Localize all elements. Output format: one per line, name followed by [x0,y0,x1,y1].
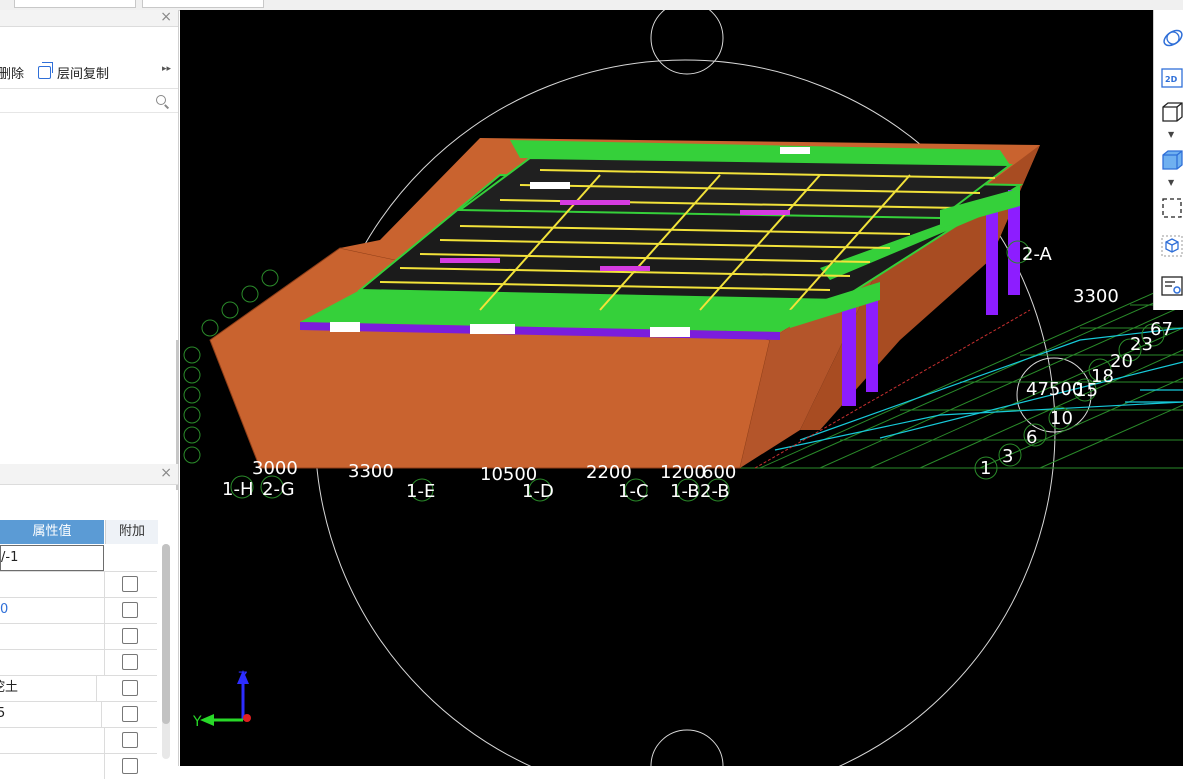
property-value[interactable] [0,649,105,675]
property-row[interactable]: 5 [0,701,157,728]
orbit-handle-bottom[interactable] [650,729,724,766]
addon-checkbox[interactable] [122,732,138,748]
addon-checkbox[interactable] [122,758,138,774]
dim-label: 3300 [1073,286,1119,307]
dim-label: 3 [1002,446,1013,467]
cube-filled-icon[interactable] [1160,148,1183,170]
floor-copy-button[interactable]: 层间复制 [38,62,110,82]
property-value[interactable] [0,571,105,597]
delete-button[interactable]: 删除 [0,63,24,82]
model-canvas[interactable]: 3000 3300 10500 2200 1200 600 47500 3300… [180,10,1183,766]
dim-label: 1200 [660,462,706,483]
dim-label: 600 [702,462,736,483]
axis-label: 1-B [670,481,700,502]
column-header-value: 属性值 [0,520,104,544]
dim-label: 6 [1026,427,1037,448]
chevron-down-icon[interactable]: ▼ [1168,178,1174,187]
dim-label: 2200 [586,462,632,483]
property-row[interactable] [0,727,157,754]
toolbar-combo-2[interactable] [142,0,264,8]
orbit-handle-top[interactable] [650,10,724,75]
copy-icon [38,62,53,79]
left-pane: × 删除 层间复制 ▸▸ × 属性值 附加 /-1 0 土 [0,9,179,779]
floor-copy-label: 层间复制 [57,67,110,82]
axis-gizmo: Z Y [192,670,251,730]
gizmo-y-label: Y [192,714,202,730]
component-list-panel: × 删除 层间复制 ▸▸ [0,9,179,460]
dim-label: 3300 [348,461,394,482]
axis-label: 1-H [222,479,253,500]
dim-label: 67 [1150,319,1173,340]
property-value[interactable] [0,753,105,779]
view-cube-icon[interactable] [1160,234,1183,257]
dim-label: 1 [980,458,991,479]
axis-label: 1-D [522,481,554,502]
view-toolbar: 2D ▼ ▼ [1153,10,1183,310]
svg-text:2D: 2D [1165,75,1178,84]
properties-panel: × 属性值 附加 /-1 0 挖土 5 [0,464,179,779]
addon-checkbox[interactable] [122,602,138,618]
search-input[interactable] [0,90,178,113]
axis-label: 2-B [700,481,730,502]
scrollbar-thumb[interactable] [162,544,170,724]
axis-label: 2-A [1022,244,1053,265]
more-arrow-icon[interactable]: ▸▸ [162,64,171,74]
property-value[interactable] [0,727,105,753]
property-row[interactable]: 0 [0,597,157,624]
property-value[interactable]: 挖土 [0,675,97,701]
property-row[interactable] [0,623,157,650]
orbit-icon[interactable] [1160,26,1183,48]
property-row[interactable] [0,571,157,598]
addon-checkbox[interactable] [122,654,138,670]
gizmo-z-label: Z [238,670,248,686]
close-icon[interactable]: × [160,465,172,481]
property-value[interactable]: 5 [0,701,102,727]
2d-view-icon[interactable]: 2D [1160,66,1183,88]
axis-label: 1-C [618,481,649,502]
properties-scrollbar[interactable] [162,544,170,759]
dim-label: 10 [1050,408,1073,429]
dim-label: 3000 [252,458,298,479]
property-value[interactable]: /-1 [0,545,104,571]
display-settings-icon[interactable] [1160,274,1183,296]
property-value[interactable]: 0 [0,597,105,623]
component-toolbar: 删除 层间复制 ▸▸ [0,54,178,89]
property-row[interactable] [0,753,157,779]
close-icon[interactable]: × [160,9,172,25]
property-row[interactable] [0,649,157,676]
axis-label: 2-G [262,479,295,500]
search-icon [156,95,166,105]
axis-label: 1-E [406,481,435,502]
addon-checkbox[interactable] [122,576,138,592]
toolbar-combo[interactable] [14,0,136,8]
chevron-down-icon[interactable]: ▼ [1168,130,1174,139]
addon-checkbox[interactable] [122,628,138,644]
3d-viewport[interactable]: 3000 3300 10500 2200 1200 600 47500 3300… [180,10,1183,766]
property-row[interactable]: 挖土 [0,675,157,702]
select-box-icon[interactable] [1160,196,1182,218]
column-header-addon: 附加 [105,520,158,544]
properties-titlebar: × [0,464,178,485]
property-row[interactable]: /-1 [0,545,157,572]
addon-checkbox[interactable] [122,680,138,696]
property-value[interactable] [0,623,105,649]
cube-outline-icon[interactable] [1160,100,1183,122]
panel-titlebar: × [0,9,178,27]
addon-checkbox[interactable] [122,706,138,722]
